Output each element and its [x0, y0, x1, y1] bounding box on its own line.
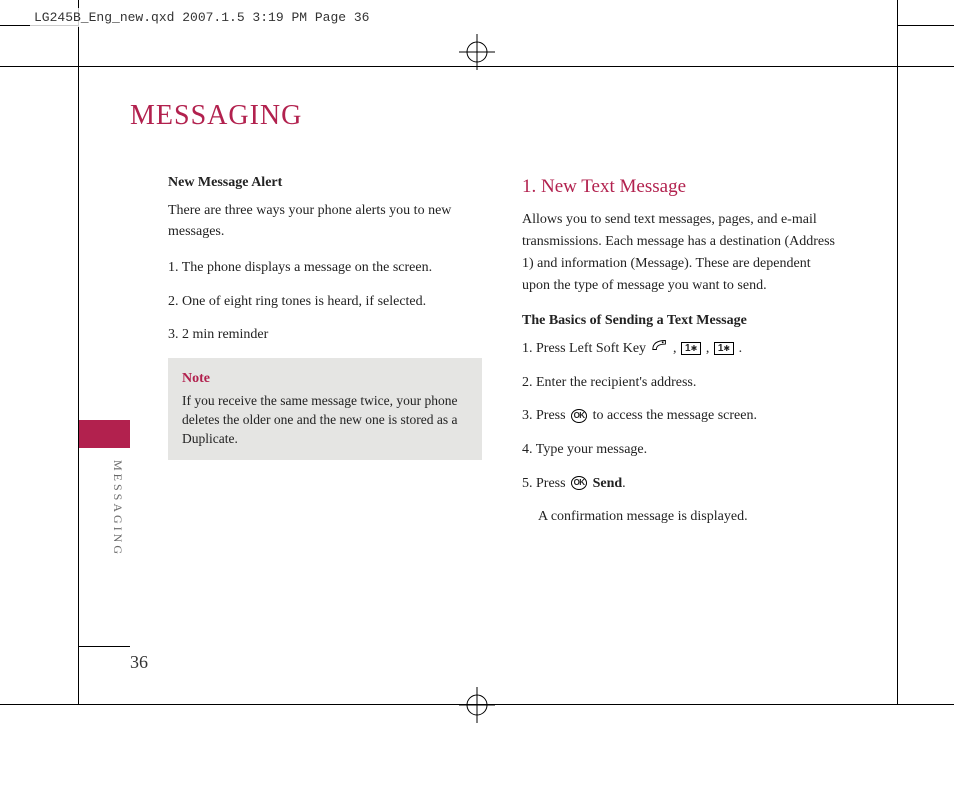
- basics-head: The Basics of Sending a Text Message: [522, 310, 836, 332]
- step3-text-a: 3. Press: [522, 408, 569, 423]
- side-section-label: MESSAGING: [110, 460, 125, 557]
- registration-mark-top: [447, 22, 507, 82]
- step-3: 3. Press OK to access the message screen…: [522, 405, 836, 427]
- alert-intro: There are three ways your phone alerts y…: [168, 200, 482, 243]
- registration-mark-bottom: [447, 675, 507, 735]
- left-soft-key-icon: [651, 338, 669, 360]
- note-title: Note: [182, 368, 468, 390]
- page-number: 36: [130, 652, 148, 673]
- key-1-icon: 1✱: [714, 342, 734, 355]
- footer-rule: [78, 646, 130, 647]
- step-4: 4. Type your message.: [522, 439, 836, 461]
- content-columns: New Message Alert There are three ways y…: [168, 172, 836, 540]
- step1-text-b: ,: [673, 341, 680, 356]
- new-message-alert-head: New Message Alert: [168, 172, 482, 194]
- step5-text-c: .: [622, 476, 626, 491]
- page-frame: MESSAGING MESSAGING New Message Alert Th…: [78, 66, 898, 705]
- new-text-intro: Allows you to send text messages, pages,…: [522, 209, 836, 296]
- new-text-message-head: 1. New Text Message: [522, 172, 836, 201]
- page-title: MESSAGING: [130, 100, 302, 132]
- qxd-header: LG245B_Eng_new.qxd 2007.1.5 3:19 PM Page…: [30, 8, 373, 27]
- step1-text-d: .: [739, 341, 743, 356]
- ok-key-icon: OK: [571, 409, 587, 423]
- send-label: Send: [593, 476, 623, 491]
- crop-mark: [898, 25, 954, 26]
- alert-item-2: 2. One of eight ring tones is heard, if …: [168, 291, 482, 313]
- right-column: 1. New Text Message Allows you to send t…: [522, 172, 836, 540]
- crop-mark: [78, 25, 79, 705]
- step-5: 5. Press OK Send.: [522, 473, 836, 495]
- side-accent-bar: [78, 420, 130, 448]
- step-1: 1. Press Left Soft Key , 1✱ , 1✱ .: [522, 338, 836, 360]
- alert-item-3: 3. 2 min reminder: [168, 324, 482, 346]
- crop-mark: [897, 0, 898, 25]
- crop-mark: [897, 25, 898, 705]
- left-column: New Message Alert There are three ways y…: [168, 172, 482, 540]
- confirmation-text: A confirmation message is displayed.: [538, 506, 836, 528]
- note-body: If you receive the same message twice, y…: [182, 392, 468, 449]
- step3-text-b: to access the message screen.: [593, 408, 757, 423]
- step1-text-c: ,: [706, 341, 713, 356]
- step5-text-a: 5. Press: [522, 476, 569, 491]
- ok-key-icon: OK: [571, 476, 587, 490]
- key-1-icon: 1✱: [681, 342, 701, 355]
- alert-item-1: 1. The phone displays a message on the s…: [168, 257, 482, 279]
- step1-text-a: 1. Press Left Soft Key: [522, 341, 650, 356]
- step-2: 2. Enter the recipient's address.: [522, 372, 836, 394]
- note-box: Note If you receive the same message twi…: [168, 358, 482, 460]
